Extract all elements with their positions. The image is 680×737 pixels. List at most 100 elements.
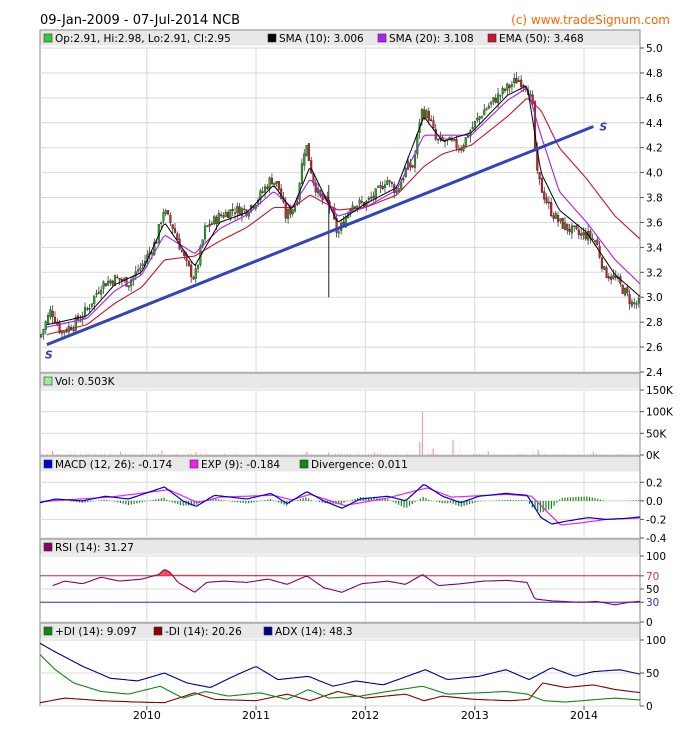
- candle-body: [390, 182, 393, 185]
- price-frame: [39, 29, 641, 373]
- candle-body: [169, 214, 172, 223]
- candle-body: [176, 233, 179, 240]
- price-tick-label: 3.2: [646, 267, 663, 279]
- adx-legend-swatch: [153, 626, 163, 636]
- price-tick-label: 3.6: [646, 217, 663, 229]
- candle-body: [388, 180, 391, 183]
- candle-body: [93, 295, 96, 304]
- candle-body: [499, 95, 502, 97]
- candle-body: [492, 97, 495, 102]
- price-tick-label: 2.6: [646, 342, 663, 354]
- volume-tick-label: 0K: [646, 450, 661, 462]
- candle-body: [547, 201, 550, 204]
- x-tick-label: 2014: [570, 709, 598, 722]
- candle-body: [633, 302, 636, 304]
- candle-body: [517, 80, 520, 82]
- candle-body: [220, 214, 223, 217]
- candle-body: [506, 83, 509, 91]
- candle-body: [538, 172, 541, 180]
- candle-body: [171, 224, 174, 229]
- candle-body: [430, 119, 433, 122]
- candle-body: [508, 85, 511, 88]
- rsi-tick-label: 70: [646, 571, 659, 583]
- price-tick-label: 4.6: [646, 93, 663, 105]
- candle-body: [561, 218, 564, 229]
- candle-body: [233, 212, 237, 214]
- candle-body: [370, 196, 373, 199]
- trendline-label-end: S: [599, 121, 607, 134]
- candle-body: [160, 222, 163, 224]
- macd-tick-label: -0.4: [646, 533, 667, 545]
- candle-body: [127, 285, 130, 288]
- trendline-label-start: S: [45, 349, 53, 362]
- adx-legend-label: -DI (14): 20.26: [165, 626, 242, 638]
- candle-body: [210, 223, 213, 226]
- candle-body: [277, 180, 280, 190]
- candle-body: [413, 154, 417, 168]
- candle-body: [577, 229, 580, 235]
- chart-title: 09-Jan-2009 - 07-Jul-2014 NCB: [40, 13, 240, 28]
- candle-body: [270, 177, 273, 185]
- candle-body: [162, 212, 165, 222]
- candle-body: [605, 267, 608, 278]
- price-legend-swatch: [267, 33, 277, 43]
- candle-body: [303, 153, 306, 166]
- macd-tick-label: -0.2: [646, 514, 667, 526]
- x-tick-label: 2012: [351, 709, 379, 722]
- candle-body: [360, 201, 363, 203]
- price-legend-label: EMA (50): 3.468: [499, 33, 584, 45]
- candle-body: [478, 116, 481, 120]
- candle-body: [266, 186, 269, 190]
- volume-tick-label: 150K: [646, 385, 674, 397]
- candle-body: [227, 212, 230, 218]
- candle-body: [49, 309, 52, 317]
- candle-body: [243, 208, 246, 211]
- candle-body: [137, 269, 140, 272]
- rsi-legend-label: RSI (14): 31.27: [55, 542, 134, 554]
- price-tick-label: 5.0: [646, 43, 663, 55]
- candle-body: [109, 280, 112, 283]
- candle-body: [102, 281, 105, 289]
- macd-legend-label: Divergence: 0.011: [311, 459, 408, 471]
- candle-body: [139, 267, 142, 271]
- candle-body: [559, 218, 562, 221]
- candle-body: [381, 186, 384, 190]
- candle-body: [65, 330, 68, 332]
- candle-body: [497, 93, 500, 103]
- candle-body: [501, 87, 504, 95]
- candle-body: [215, 216, 218, 225]
- candle-body: [566, 223, 569, 231]
- candle-body: [573, 225, 576, 227]
- candle-body: [97, 292, 100, 294]
- candle-body: [522, 85, 525, 87]
- candle-body: [261, 191, 264, 193]
- price-legend-swatch: [43, 33, 53, 43]
- candle-body: [386, 180, 389, 185]
- candle-body: [487, 105, 490, 109]
- candle-body: [155, 242, 158, 244]
- candle-body: [95, 293, 98, 295]
- candle-body: [187, 260, 190, 266]
- candle-body: [563, 222, 567, 230]
- candle-body: [40, 334, 43, 338]
- candle-body: [379, 185, 382, 188]
- candle-body: [208, 223, 211, 227]
- candle-body: [263, 186, 267, 193]
- candle-body: [593, 240, 597, 242]
- candle-body: [100, 289, 103, 295]
- candle-body: [635, 303, 638, 305]
- candle-body: [358, 199, 361, 205]
- candle-body: [51, 310, 54, 318]
- candle-body: [600, 257, 603, 269]
- candle-body: [206, 225, 209, 227]
- candle-body: [513, 78, 516, 84]
- candle-body: [423, 109, 426, 119]
- candle-body: [90, 303, 93, 307]
- price-tick-label: 4.2: [646, 143, 663, 155]
- candle-body: [628, 294, 631, 305]
- candle-body: [637, 298, 640, 304]
- rsi-tick-label: 100: [646, 551, 666, 563]
- x-tick-label: 2013: [461, 709, 489, 722]
- price-legend-label: SMA (10): 3.006: [279, 33, 364, 45]
- candle-body: [173, 228, 177, 233]
